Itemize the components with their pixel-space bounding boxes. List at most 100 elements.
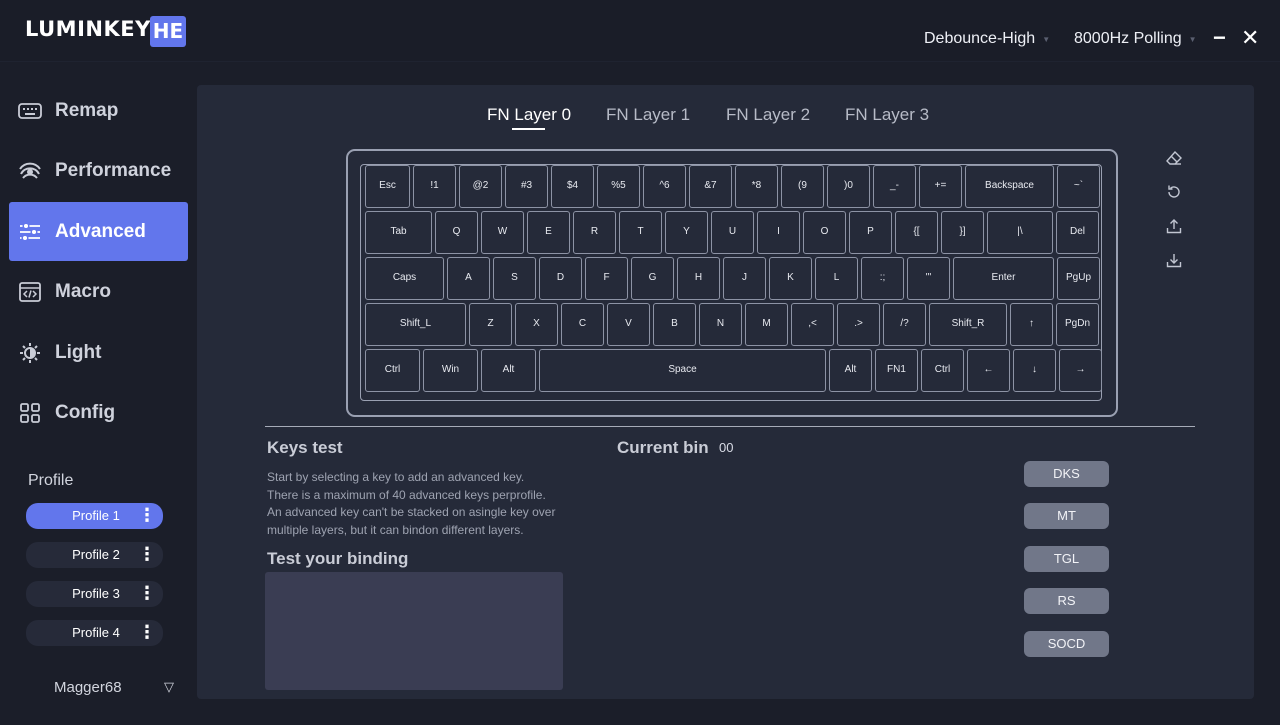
key-2-5[interactable]: G (631, 257, 674, 300)
key-3-10[interactable]: /? (883, 303, 926, 346)
tab-fn-layer-1[interactable]: FN Layer 1 (606, 105, 690, 125)
key-0-0[interactable]: Esc (365, 165, 410, 208)
test-binding-area[interactable] (265, 572, 563, 690)
sidebar-item-config[interactable]: Config (9, 383, 188, 442)
key-2-11[interactable]: "' (907, 257, 950, 300)
key-2-9[interactable]: L (815, 257, 858, 300)
key-0-13[interactable]: Backspace (965, 165, 1054, 208)
key-2-2[interactable]: S (493, 257, 536, 300)
key-2-4[interactable]: F (585, 257, 628, 300)
key-1-8[interactable]: I (757, 211, 800, 254)
key-3-11[interactable]: Shift_R (929, 303, 1007, 346)
key-2-3[interactable]: D (539, 257, 582, 300)
key-0-9[interactable]: (9 (781, 165, 824, 208)
key-3-2[interactable]: X (515, 303, 558, 346)
key-0-3[interactable]: #3 (505, 165, 548, 208)
key-4-3[interactable]: Space (539, 349, 826, 392)
key-2-1[interactable]: A (447, 257, 490, 300)
key-0-10[interactable]: )0 (827, 165, 870, 208)
more-vertical-icon[interactable]: ⋮ (138, 506, 156, 526)
key-2-13[interactable]: PgUp (1057, 257, 1100, 300)
debounce-dropdown[interactable]: Debounce-High ▼ (924, 30, 1050, 48)
key-3-5[interactable]: B (653, 303, 696, 346)
key-0-6[interactable]: ^6 (643, 165, 686, 208)
key-0-14[interactable]: ~` (1057, 165, 1100, 208)
key-3-4[interactable]: V (607, 303, 650, 346)
key-2-12[interactable]: Enter (953, 257, 1054, 300)
key-0-1[interactable]: !1 (413, 165, 456, 208)
more-vertical-icon[interactable]: ⋮ (138, 623, 156, 643)
key-1-5[interactable]: T (619, 211, 662, 254)
key-4-8[interactable]: ↓ (1013, 349, 1056, 392)
key-1-0[interactable]: Tab (365, 211, 432, 254)
tab-fn-layer-2[interactable]: FN Layer 2 (726, 105, 810, 125)
key-4-6[interactable]: Ctrl (921, 349, 964, 392)
key-1-9[interactable]: O (803, 211, 846, 254)
key-1-14[interactable]: Del (1056, 211, 1099, 254)
key-4-1[interactable]: Win (423, 349, 478, 392)
key-2-6[interactable]: H (677, 257, 720, 300)
more-vertical-icon[interactable]: ⋮ (138, 584, 156, 604)
sidebar-item-remap[interactable]: Remap (9, 81, 188, 140)
tgl-button[interactable]: TGL (1024, 546, 1109, 572)
key-0-8[interactable]: *8 (735, 165, 778, 208)
key-0-5[interactable]: %5 (597, 165, 640, 208)
rs-button[interactable]: RS (1024, 588, 1109, 614)
key-2-0[interactable]: Caps (365, 257, 444, 300)
eraser-icon[interactable] (1164, 148, 1184, 168)
key-3-8[interactable]: ,< (791, 303, 834, 346)
sidebar-item-advanced[interactable]: Advanced (9, 202, 188, 261)
key-1-7[interactable]: U (711, 211, 754, 254)
more-vertical-icon[interactable]: ⋮ (138, 545, 156, 565)
profile-2-item[interactable]: Profile 2 ⋮ (26, 542, 163, 568)
key-3-1[interactable]: Z (469, 303, 512, 346)
dks-button[interactable]: DKS (1024, 461, 1109, 487)
key-1-11[interactable]: {[ (895, 211, 938, 254)
key-3-3[interactable]: C (561, 303, 604, 346)
key-1-6[interactable]: Y (665, 211, 708, 254)
key-1-12[interactable]: }] (941, 211, 984, 254)
import-icon[interactable] (1164, 250, 1184, 270)
sidebar-item-performance[interactable]: Performance (9, 141, 188, 200)
key-2-7[interactable]: J (723, 257, 766, 300)
key-1-1[interactable]: Q (435, 211, 478, 254)
key-4-4[interactable]: Alt (829, 349, 872, 392)
key-1-10[interactable]: P (849, 211, 892, 254)
profile-3-item[interactable]: Profile 3 ⋮ (26, 581, 163, 607)
minimize-button[interactable]: − (1213, 24, 1226, 52)
key-2-8[interactable]: K (769, 257, 812, 300)
export-icon[interactable] (1164, 216, 1184, 236)
key-3-6[interactable]: N (699, 303, 742, 346)
key-4-9[interactable]: → (1059, 349, 1102, 392)
key-1-13[interactable]: |\ (987, 211, 1053, 254)
key-3-0[interactable]: Shift_L (365, 303, 466, 346)
key-4-2[interactable]: Alt (481, 349, 536, 392)
key-0-4[interactable]: $4 (551, 165, 594, 208)
sidebar-item-light[interactable]: Light (9, 323, 188, 382)
device-dropdown-icon[interactable]: ▽ (164, 679, 174, 695)
key-0-12[interactable]: += (919, 165, 962, 208)
key-4-7[interactable]: ← (967, 349, 1010, 392)
profile-1-item[interactable]: Profile 1 ⋮ (26, 503, 163, 529)
close-button[interactable]: ✕ (1241, 24, 1259, 52)
key-0-7[interactable]: &7 (689, 165, 732, 208)
key-0-11[interactable]: _- (873, 165, 916, 208)
key-4-5[interactable]: FN1 (875, 349, 918, 392)
profile-4-item[interactable]: Profile 4 ⋮ (26, 620, 163, 646)
key-1-2[interactable]: W (481, 211, 524, 254)
tab-fn-layer-3[interactable]: FN Layer 3 (845, 105, 929, 125)
sidebar-item-macro[interactable]: Macro (9, 262, 188, 321)
polling-dropdown[interactable]: 8000Hz Polling ▼ (1074, 30, 1197, 48)
key-1-3[interactable]: E (527, 211, 570, 254)
key-3-13[interactable]: PgDn (1056, 303, 1099, 346)
key-2-10[interactable]: :; (861, 257, 904, 300)
key-0-2[interactable]: @2 (459, 165, 502, 208)
key-4-0[interactable]: Ctrl (365, 349, 420, 392)
socd-button[interactable]: SOCD (1024, 631, 1109, 657)
key-3-12[interactable]: ↑ (1010, 303, 1053, 346)
key-3-7[interactable]: M (745, 303, 788, 346)
key-1-4[interactable]: R (573, 211, 616, 254)
key-3-9[interactable]: .> (837, 303, 880, 346)
reset-icon[interactable] (1164, 182, 1184, 202)
tab-fn-layer-0[interactable]: FN Layer 0 (487, 105, 571, 130)
